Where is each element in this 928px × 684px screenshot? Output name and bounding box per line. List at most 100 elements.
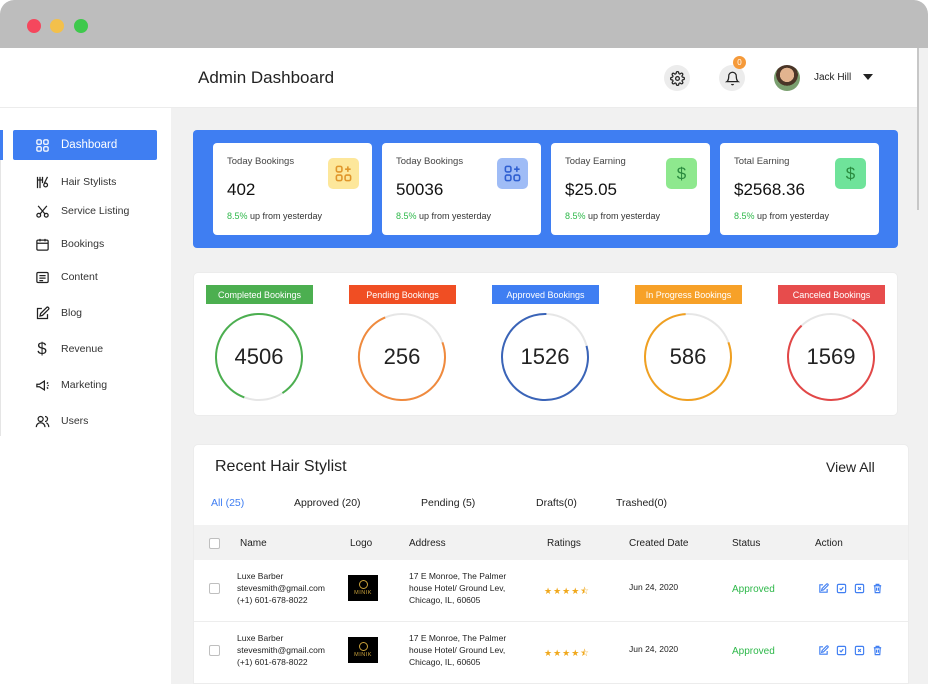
sidebar-item-label: Blog	[61, 307, 83, 319]
sidebar-item-marketing[interactable]: Marketing	[13, 370, 157, 400]
gear-icon	[669, 70, 685, 86]
page-title: Admin Dashboard	[198, 68, 335, 87]
top-bar: Admin Dashboard 0 Jack Hill	[0, 48, 918, 108]
trash-icon[interactable]	[871, 644, 883, 656]
users-icon	[33, 412, 51, 430]
sidebar-item-users[interactable]: Users	[13, 406, 157, 436]
sidebar-item-label: Hair Stylists	[61, 176, 117, 188]
stylist-contact: Luxe Barber stevesmith@gmail.com (+1) 601-…	[237, 633, 325, 667]
stat-card-today-earning[interactable]: Today Earning $25.05 8.5% up from yester…	[551, 143, 710, 235]
trash-icon[interactable]	[871, 582, 883, 594]
divider	[0, 160, 1, 436]
rating-stars: ★★★★⯪	[544, 586, 590, 596]
created-date: Jun 24, 2020	[629, 644, 679, 654]
notification-badge: 0	[733, 56, 746, 69]
hair-tools-icon	[33, 173, 51, 191]
edit-icon[interactable]	[817, 582, 829, 594]
stat-trend: 8.5% up from yesterday	[227, 211, 323, 221]
status-badge: Approved	[732, 646, 775, 657]
view-all-link[interactable]: View All	[826, 459, 875, 475]
recent-hair-stylist-panel: Recent Hair Stylist View All All (25) Ap…	[193, 444, 909, 684]
status-pending[interactable]: Pending Bookings 256	[349, 285, 456, 405]
approve-icon[interactable]	[835, 644, 847, 656]
bell-icon	[724, 71, 740, 85]
status-tag: Approved Bookings	[492, 285, 599, 304]
sidebar-item-label: Content	[61, 271, 98, 283]
stat-trend: 8.5% up from yesterday	[396, 211, 492, 221]
stat-card-total-earning[interactable]: Total Earning $2568.36 8.5% up from yest…	[720, 143, 879, 235]
dollar-icon: $	[37, 339, 47, 358]
sidebar-item-blog[interactable]: Blog	[13, 298, 157, 328]
dollar-icon: $	[666, 158, 697, 189]
status-in-progress[interactable]: In Progress Bookings 586	[635, 285, 742, 405]
status-tag: Completed Bookings	[206, 285, 313, 304]
stat-label: Today Earning	[565, 156, 626, 167]
settings-button[interactable]	[664, 65, 690, 91]
row-checkbox[interactable]	[209, 583, 220, 594]
sidebar-item-label: Users	[61, 415, 89, 427]
section-title: Recent Hair Stylist	[215, 458, 347, 475]
status-count: 256	[383, 344, 421, 369]
close-window-button[interactable]	[27, 19, 41, 33]
filter-drafts[interactable]: Drafts(0)	[536, 497, 577, 509]
filter-all[interactable]: All (25)	[211, 497, 244, 509]
table-row[interactable]: Luxe Barber stevesmith@gmail.com (+1) 601-…	[194, 622, 908, 683]
scissors-icon	[33, 202, 51, 220]
filter-pending[interactable]: Pending (5)	[421, 497, 475, 509]
user-name[interactable]: Jack Hill	[814, 72, 851, 83]
column-header[interactable]: Action	[815, 538, 843, 549]
table-header: Name Logo Address Ratings Created Date S…	[194, 525, 908, 560]
stat-value: $25.05	[565, 180, 617, 199]
scrollbar[interactable]	[917, 48, 919, 210]
column-header[interactable]: Created Date	[629, 538, 688, 549]
column-header[interactable]: Address	[409, 538, 446, 549]
edit-icon[interactable]	[817, 644, 829, 656]
sidebar-item-bookings[interactable]: Bookings	[13, 229, 157, 259]
status-completed[interactable]: Completed Bookings 4506	[206, 285, 313, 405]
column-header[interactable]: Name	[240, 538, 267, 549]
stat-card-today-bookings[interactable]: Today Bookings 402 8.5% up from yesterda…	[213, 143, 372, 235]
stat-value: 402	[227, 180, 256, 199]
dollar-icon: $	[835, 158, 866, 189]
minimize-window-button[interactable]	[50, 19, 64, 33]
select-all-checkbox[interactable]	[209, 538, 220, 549]
notifications-button[interactable]	[719, 65, 745, 91]
table-row[interactable]: Luxe Barber stevesmith@gmail.com (+1) 601-…	[194, 560, 908, 622]
sidebar-item-label: Dashboard	[61, 139, 118, 151]
avatar[interactable]	[774, 65, 800, 91]
sidebar-item-dashboard[interactable]: Dashboard	[13, 130, 157, 160]
sidebar-item-label: Marketing	[61, 379, 108, 391]
status-tag: Pending Bookings	[349, 285, 456, 304]
stat-value: $2568.36	[734, 180, 805, 199]
sidebar-item-hair-stylists[interactable]: Hair Stylists	[13, 167, 157, 197]
sidebar-item-content[interactable]: Content	[13, 262, 157, 292]
sidebar-item-service-listing[interactable]: Service Listing	[13, 196, 157, 226]
approve-icon[interactable]	[835, 582, 847, 594]
column-header[interactable]: Ratings	[547, 538, 581, 549]
row-actions	[817, 582, 883, 594]
grid-plus-icon	[497, 158, 528, 189]
grid-icon	[33, 136, 51, 154]
sidebar-item-revenue[interactable]: $ Revenue	[13, 334, 157, 364]
reject-icon[interactable]	[853, 582, 865, 594]
chevron-down-icon[interactable]	[863, 74, 873, 80]
stat-label: Today Bookings	[396, 156, 464, 167]
stylist-logo: MINIK	[348, 575, 378, 601]
filter-trashed[interactable]: Trashed(0)	[616, 497, 667, 509]
stylist-address: 17 E Monroe, The Palmer house Hotel/ Grou…	[409, 633, 507, 667]
grid-plus-icon	[328, 158, 359, 189]
megaphone-icon	[33, 376, 51, 394]
column-header[interactable]: Logo	[350, 538, 372, 549]
row-checkbox[interactable]	[209, 645, 220, 656]
status-approved[interactable]: Approved Bookings 1526	[492, 285, 599, 405]
stylist-logo: MINIK	[348, 637, 378, 663]
status-canceled[interactable]: Canceled Bookings 1569	[778, 285, 885, 405]
stat-card-today-bookings-total[interactable]: Today Bookings 50036 8.5% up from yester…	[382, 143, 541, 235]
filter-approved[interactable]: Approved (20)	[294, 497, 361, 509]
reject-icon[interactable]	[853, 644, 865, 656]
stat-label: Today Bookings	[227, 156, 295, 167]
stat-trend: 8.5% up from yesterday	[565, 211, 661, 221]
stat-label: Total Earning	[734, 156, 790, 167]
column-header[interactable]: Status	[732, 538, 760, 549]
maximize-window-button[interactable]	[74, 19, 88, 33]
